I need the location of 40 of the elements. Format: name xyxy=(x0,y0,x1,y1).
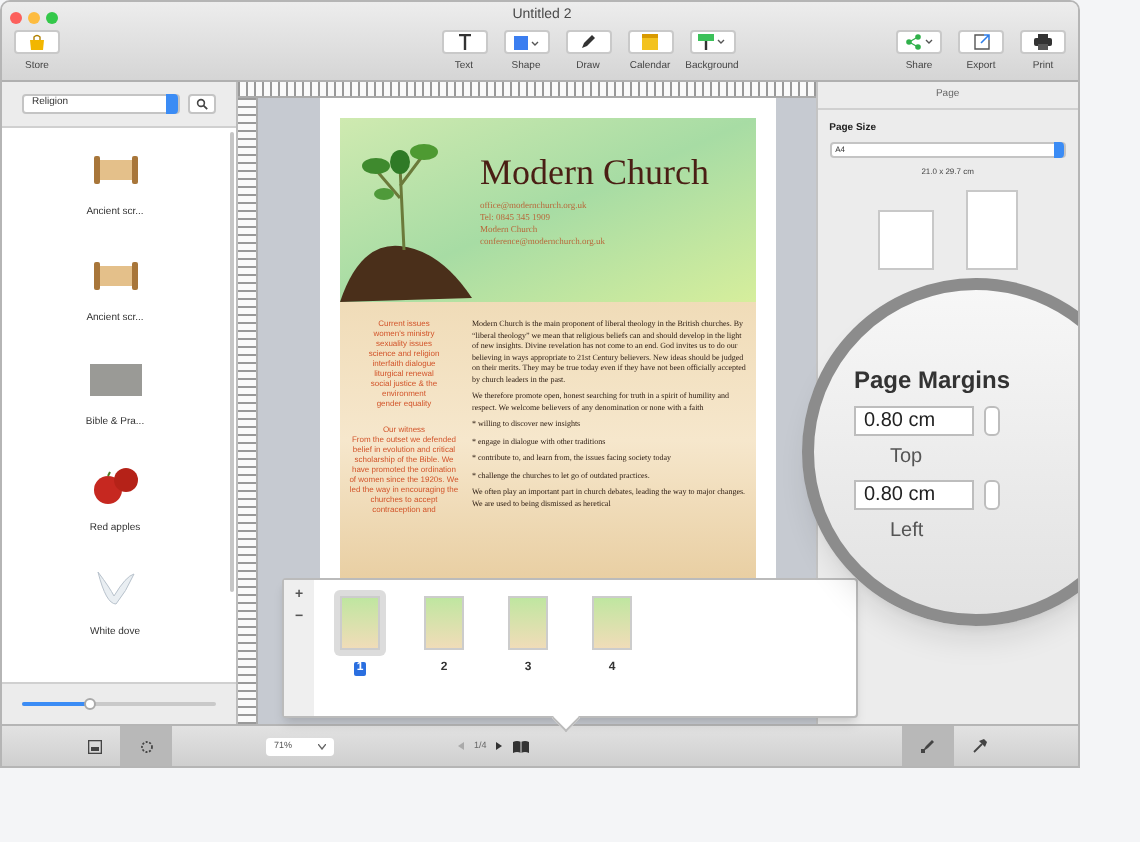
caret-icon xyxy=(318,743,326,749)
previous-page-icon[interactable] xyxy=(458,742,464,750)
pen-icon xyxy=(580,34,596,50)
zoom-icon[interactable] xyxy=(46,11,58,23)
apples-icon xyxy=(89,463,141,507)
shopping-bag-icon xyxy=(28,34,46,50)
hammer-icon xyxy=(972,738,988,754)
page-thumbnail[interactable] xyxy=(334,590,386,656)
book-icon[interactable] xyxy=(512,739,531,753)
calendar-icon xyxy=(642,34,658,50)
search-icon xyxy=(196,98,209,110)
square-icon xyxy=(513,35,539,49)
page-margins-heading: Page Margins xyxy=(854,364,1013,398)
search-button[interactable] xyxy=(188,94,216,114)
paint-roller-icon xyxy=(698,34,726,50)
margin-input-field[interactable]: 0.80 cm xyxy=(854,480,974,510)
image-icon xyxy=(87,739,101,753)
export-icon xyxy=(973,34,989,50)
page-thumbnail[interactable] xyxy=(502,590,554,656)
portrait-page-option[interactable] xyxy=(965,189,1018,269)
brush-icon xyxy=(920,738,936,754)
photo-placeholder xyxy=(89,364,141,396)
minimize-icon[interactable] xyxy=(28,11,40,23)
next-page-icon[interactable] xyxy=(496,742,503,750)
landscape-page-option[interactable] xyxy=(877,209,934,269)
shapes-icon xyxy=(139,739,153,753)
page-thumbnail[interactable] xyxy=(418,590,470,656)
text-icon xyxy=(457,34,471,50)
printer-icon xyxy=(1034,34,1052,50)
margin-label: Top xyxy=(890,444,925,472)
close-icon[interactable] xyxy=(10,11,22,23)
margin-label: Left xyxy=(890,518,926,546)
margin-input-field[interactable]: 0.80 cm xyxy=(854,406,974,436)
style-tab[interactable] xyxy=(902,726,954,766)
share-icon xyxy=(905,34,933,50)
scrollbar[interactable] xyxy=(230,132,234,592)
page-thumbnail[interactable] xyxy=(586,590,638,656)
flyer-title: Modern Church xyxy=(480,154,709,190)
stepper-control[interactable] xyxy=(984,480,1000,510)
stepper-control[interactable] xyxy=(984,406,1000,436)
